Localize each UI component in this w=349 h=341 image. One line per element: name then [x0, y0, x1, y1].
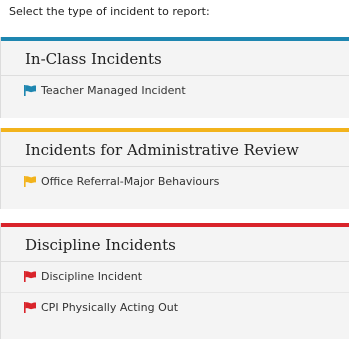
section-administrative-review: Incidents for Administrative Review Offi…	[0, 128, 349, 209]
incident-option-label: CPI Physically Acting Out	[41, 301, 179, 314]
prompt-text: Select the type of incident to report:	[9, 5, 210, 18]
incident-option-label: Teacher Managed Incident	[41, 84, 186, 97]
flag-icon	[24, 271, 36, 282]
section-discipline-incidents: Discipline Incidents Discipline Incident…	[0, 223, 349, 339]
incident-option-label: Office Referral-Major Behaviours	[41, 175, 220, 188]
incident-option-teacher-managed[interactable]: Teacher Managed Incident	[1, 76, 349, 106]
flag-icon	[24, 85, 36, 96]
section-title: Incidents for Administrative Review	[25, 141, 299, 159]
incident-option-discipline[interactable]: Discipline Incident	[1, 262, 349, 293]
section-title: In-Class Incidents	[25, 50, 162, 68]
incident-option-cpi-physically-acting-out[interactable]: CPI Physically Acting Out	[1, 293, 349, 323]
incident-option-office-referral[interactable]: Office Referral-Major Behaviours	[1, 167, 349, 197]
incident-type-panel: Select the type of incident to report: I…	[0, 0, 349, 341]
section-title: Discipline Incidents	[25, 236, 176, 254]
flag-icon	[24, 302, 36, 313]
flag-icon	[24, 176, 36, 187]
incident-option-label: Discipline Incident	[41, 270, 143, 283]
section-in-class-incidents: In-Class Incidents Teacher Managed Incid…	[0, 37, 349, 118]
